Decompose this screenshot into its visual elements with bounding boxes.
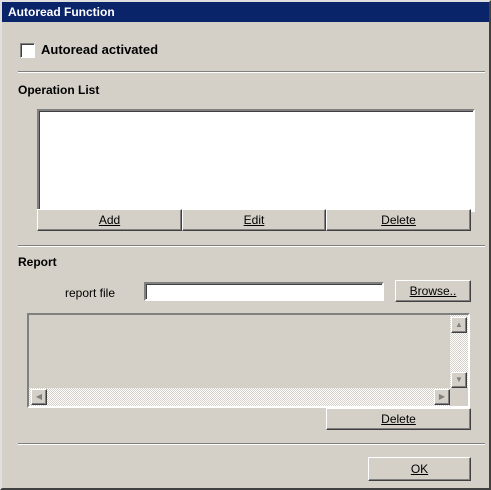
autoread-checkbox[interactable] xyxy=(20,43,35,58)
report-file-input[interactable] xyxy=(144,282,384,301)
add-button[interactable]: Add xyxy=(37,209,182,231)
scroll-up-icon[interactable]: ▲ xyxy=(451,317,467,333)
operation-list[interactable] xyxy=(37,109,475,212)
delete-report-button-label: Delete xyxy=(381,412,416,426)
dialog-title: Autoread Function xyxy=(2,2,489,22)
edit-button[interactable]: Edit xyxy=(182,209,326,231)
scroll-left-icon[interactable]: ◀ xyxy=(31,389,47,405)
separator xyxy=(18,245,485,247)
scrollbar-corner xyxy=(450,388,468,406)
delete-report-button[interactable]: Delete xyxy=(326,408,471,430)
report-title: Report xyxy=(18,255,57,269)
ok-button[interactable]: OK xyxy=(368,457,471,481)
add-button-label: Add xyxy=(98,213,121,227)
vertical-scrollbar[interactable]: ▲ ▼ xyxy=(450,315,468,388)
autoread-dialog: Autoread Function Autoread activated Ope… xyxy=(0,0,491,490)
delete-operation-button-label: Delete xyxy=(381,213,416,227)
horizontal-scrollbar[interactable]: ◀ ▶ xyxy=(29,388,450,406)
operation-list-title: Operation List xyxy=(18,83,100,97)
autoread-label[interactable]: Autoread activated xyxy=(41,42,158,57)
browse-button[interactable]: Browse.. xyxy=(395,280,471,302)
delete-operation-button[interactable]: Delete xyxy=(326,209,471,231)
ok-button-label: OK xyxy=(410,462,429,476)
separator xyxy=(18,443,485,445)
scroll-down-icon[interactable]: ▼ xyxy=(451,372,467,388)
scroll-right-icon[interactable]: ▶ xyxy=(434,389,450,405)
report-log-area[interactable]: ▲ ▼ ◀ ▶ xyxy=(27,313,470,408)
separator xyxy=(18,71,485,73)
report-file-label: report file xyxy=(65,286,116,300)
browse-button-label: Browse.. xyxy=(409,284,457,298)
edit-button-label: Edit xyxy=(243,213,265,227)
